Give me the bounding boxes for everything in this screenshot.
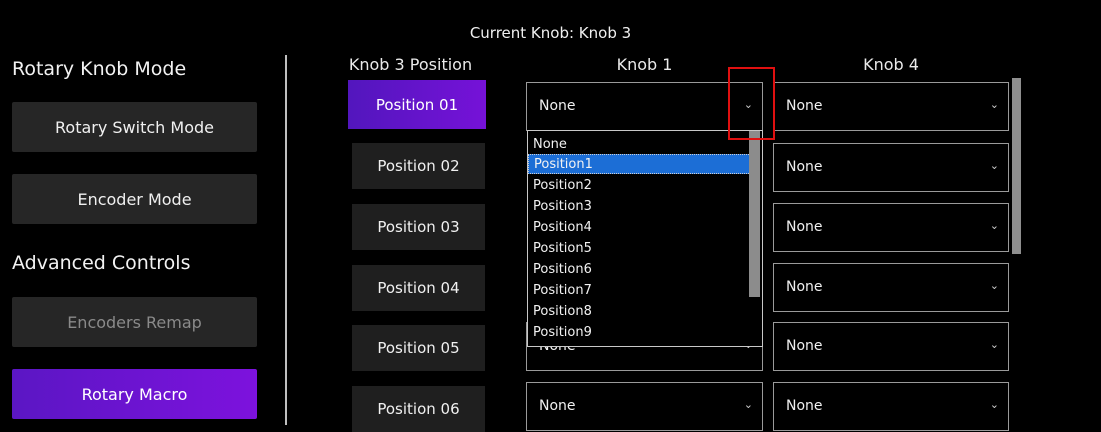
knob4-select-01[interactable]: None ⌄ [773, 82, 1009, 131]
encoder-mode-button[interactable]: Encoder Mode [12, 174, 257, 224]
col-header-position: Knob 3 Position [348, 55, 473, 74]
position-button-06[interactable]: Position 06 [352, 386, 485, 432]
position-button-03[interactable]: Position 03 [352, 204, 485, 250]
knob1-dropdown-list[interactable]: None Position1 Position2 Position3 Posit… [527, 130, 763, 347]
panel-divider [285, 55, 287, 425]
dropdown-scrollbar[interactable] [749, 131, 760, 297]
chevron-down-icon: ⌄ [989, 398, 999, 411]
rotary-macro-button[interactable]: Rotary Macro [12, 369, 257, 419]
chevron-down-icon: ⌄ [989, 279, 999, 292]
knob4-select-03[interactable]: None ⌄ [773, 203, 1009, 252]
select-value: None [786, 398, 823, 414]
chevron-down-icon: ⌄ [743, 398, 753, 411]
knob4-select-05[interactable]: None ⌄ [773, 322, 1009, 371]
advanced-controls-heading: Advanced Controls [12, 252, 191, 274]
dropdown-option-position5[interactable]: Position5 [528, 239, 751, 259]
col-header-knob4: Knob 4 [863, 55, 919, 74]
dropdown-option-position3[interactable]: Position3 [528, 197, 751, 217]
select-value: None [539, 398, 576, 414]
chevron-down-icon: ⌄ [989, 159, 999, 172]
dropdown-option-position7[interactable]: Position7 [528, 281, 751, 301]
dropdown-option-position6[interactable]: Position6 [528, 260, 751, 280]
position-button-01[interactable]: Position 01 [348, 80, 486, 129]
encoders-remap-button[interactable]: Encoders Remap [12, 297, 257, 347]
select-value: None [786, 338, 823, 354]
rotary-switch-mode-button[interactable]: Rotary Switch Mode [12, 102, 257, 152]
chevron-down-icon: ⌄ [989, 338, 999, 351]
highlight-annotation-box [728, 67, 775, 140]
chevron-down-icon: ⌄ [989, 219, 999, 232]
chevron-down-icon: ⌄ [989, 98, 999, 111]
select-value: None [786, 279, 823, 295]
current-knob-title: Current Knob: Knob 3 [469, 24, 632, 42]
dropdown-option-position1[interactable]: Position1 [528, 154, 751, 174]
select-value: None [539, 98, 576, 114]
rotary-knob-mode-heading: Rotary Knob Mode [12, 58, 187, 80]
select-value: None [786, 159, 823, 175]
knob4-select-06[interactable]: None ⌄ [773, 382, 1009, 431]
knob4-select-02[interactable]: None ⌄ [773, 143, 1009, 192]
knob1-select-06[interactable]: None ⌄ [526, 382, 763, 431]
dropdown-option-position4[interactable]: Position4 [528, 218, 751, 238]
dropdown-option-none[interactable]: None [528, 135, 751, 155]
dropdown-option-position2[interactable]: Position2 [528, 176, 751, 196]
dropdown-option-position9[interactable]: Position9 [528, 323, 751, 343]
position-button-05[interactable]: Position 05 [352, 325, 485, 371]
position-button-04[interactable]: Position 04 [352, 265, 485, 311]
select-value: None [786, 219, 823, 235]
position-button-02[interactable]: Position 02 [352, 143, 485, 189]
knob4-select-04[interactable]: None ⌄ [773, 263, 1009, 312]
dropdown-option-position8[interactable]: Position8 [528, 302, 751, 322]
select-value: None [786, 98, 823, 114]
table-scrollbar[interactable] [1012, 78, 1021, 254]
